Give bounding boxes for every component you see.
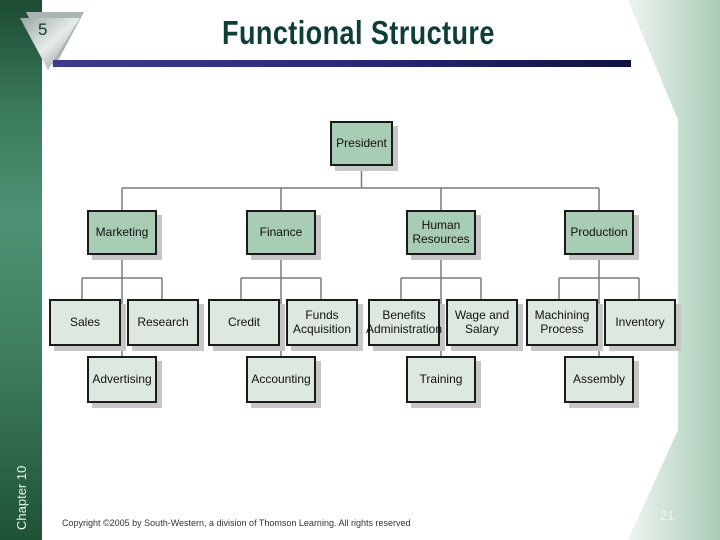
org-box-unit: Sales [49,299,121,346]
org-chart [81,166,640,356]
org-box-unit: Research [127,299,199,346]
org-box-department: Human Resources [406,210,476,255]
org-box-unit: Funds Acquisition [286,299,358,346]
org-box-department: Finance [246,210,316,255]
org-box-department: Production [564,210,634,255]
org-box-unit: Training [406,356,476,403]
org-box-unit: Machining Process [526,299,598,346]
org-box-unit: Benefits Administration [366,299,442,346]
page-number: 21 [660,508,675,523]
org-box-president: President [330,121,393,166]
org-box-unit: Credit [208,299,280,346]
copyright-text: Copyright ©2005 by South-Western, a divi… [62,518,411,528]
org-box-unit: Advertising [87,356,157,403]
org-box-unit: Inventory [604,299,676,346]
org-box-unit: Wage and Salary [446,299,518,346]
org-box-unit: Accounting [246,356,316,403]
org-box-department: Marketing [87,210,157,255]
org-box-unit: Assembly [564,356,634,403]
